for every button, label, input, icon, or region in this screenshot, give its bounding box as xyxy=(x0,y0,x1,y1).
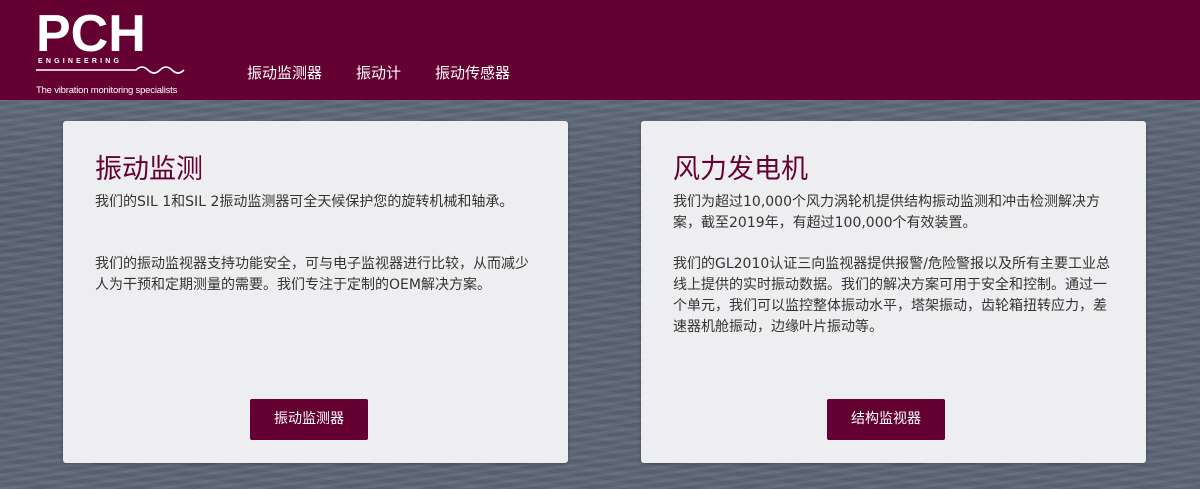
nav-item-vibration-meters[interactable]: 振动计 xyxy=(356,62,401,83)
card-title: 风力发电机 xyxy=(673,154,808,185)
vibration-monitors-button[interactable]: 振动监测器 xyxy=(250,399,368,440)
structural-monitors-button[interactable]: 结构监视器 xyxy=(827,399,945,440)
vibration-monitoring-card: 振动监测 我们的SIL 1和SIL 2振动监测器可全天候保护您的旋转机械和轴承。… xyxy=(63,121,568,463)
nav-item-vibration-monitors[interactable]: 振动监测器 xyxy=(247,62,322,83)
card-paragraph: 我们的振动监视器支持功能安全，可与电子监视器进行比较，从而减少人为干预和定期测量… xyxy=(95,256,529,293)
vibration-wave-icon xyxy=(36,66,185,74)
card-paragraph: 我们的GL2010认证三向监视器提供报警/危险警报以及所有主要工业总线上提供的实… xyxy=(673,256,1110,335)
logo-tagline: The vibration monitoring specialists xyxy=(36,85,178,96)
card-title: 振动监测 xyxy=(95,154,203,185)
logo-wordmark: PCH xyxy=(36,5,146,63)
main-nav: 振动监测器 振动计 振动传感器 xyxy=(247,62,544,83)
site-header: PCH ENGINEERING The vibration monitoring… xyxy=(0,0,1200,100)
pch-logo[interactable]: PCH ENGINEERING The vibration monitoring… xyxy=(36,8,196,98)
card-paragraph: 我们为超过10,000个风力涡轮机提供结构振动监测和冲击检测解决方案，截至201… xyxy=(673,194,1100,231)
wind-turbine-card: 风力发电机 我们为超过10,000个风力涡轮机提供结构振动监测和冲击检测解决方案… xyxy=(641,121,1146,463)
nav-item-vibration-sensors[interactable]: 振动传感器 xyxy=(435,62,510,83)
card-paragraph: 我们的SIL 1和SIL 2振动监测器可全天候保护您的旋转机械和轴承。 xyxy=(95,194,514,210)
